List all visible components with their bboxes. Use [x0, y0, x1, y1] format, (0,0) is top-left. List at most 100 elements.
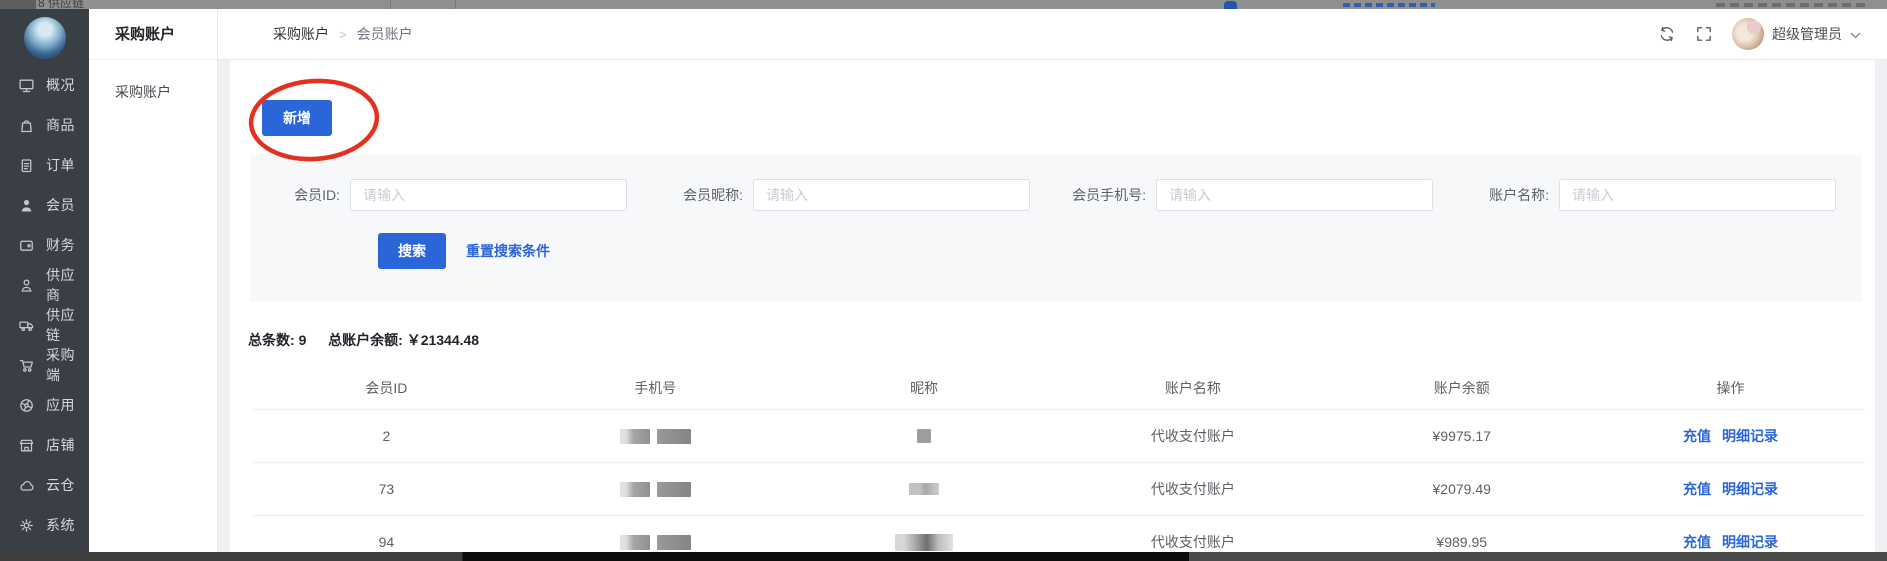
sidebar-item-orders[interactable]: 订单 [0, 145, 89, 185]
column-header-1: 手机号 [521, 378, 790, 398]
column-header-5: 操作 [1596, 378, 1865, 398]
fullscreen-icon[interactable] [1695, 25, 1713, 43]
account-name-cell: 代收支付账户 [1058, 479, 1327, 499]
window-edge-bar [0, 552, 1887, 561]
sidebar-item-label: 供应链 [46, 305, 89, 345]
sidebar-item-label: 财务 [46, 235, 75, 255]
actions-cell: 充值明细记录 [1596, 532, 1865, 552]
total-count-label: 总条数: [248, 332, 295, 348]
member-id-cell: 2 [252, 428, 521, 444]
sidebar-item-label: 采购端 [46, 345, 89, 385]
search-field-member-nickname: 会员昵称: [653, 179, 1056, 211]
account-name-input[interactable] [1559, 179, 1836, 211]
search-field-member-id: 会员ID: [250, 179, 653, 211]
sidebar-item-apps[interactable]: 应用 [0, 385, 89, 425]
detail-record-link[interactable]: 明细记录 [1722, 532, 1778, 552]
member-icon [18, 197, 35, 214]
sidebar-item-label: 概况 [46, 75, 75, 95]
search-field-label: 账户名称: [1459, 185, 1559, 205]
sidebar-item-label: 系统 [46, 515, 75, 535]
actions-cell: 充值明细记录 [1596, 479, 1865, 499]
actions-cell: 充值明细记录 [1596, 426, 1865, 446]
breadcrumb-separator: > [339, 27, 347, 42]
finance-wallet-icon [18, 237, 35, 254]
table-row: 94代收支付账户¥989.95充值明细记录 [252, 516, 1865, 552]
page-card: 新增 会员ID: 会员昵称:会员手机号: 账户名称: 搜索 重置搜索条件 总条数: … [230, 60, 1875, 552]
balance-cell: ¥989.95 [1327, 534, 1596, 550]
sidebar-item-supply-chain[interactable]: 供应链 [0, 305, 89, 345]
phone-redacted-cell [521, 535, 790, 550]
procurement-cart-icon [18, 357, 35, 374]
monitor-icon [18, 77, 35, 94]
goods-bag-icon [18, 117, 35, 134]
supply-chain-truck-icon [18, 317, 35, 334]
breadcrumb: 采购账户 > 会员账户 [273, 24, 413, 44]
recharge-link[interactable]: 充值 [1683, 426, 1711, 446]
app-logo-avatar[interactable] [24, 17, 66, 59]
main-sidebar: 概况商品订单会员财务供应商供应链采购端应用店铺云仓系统 [0, 9, 89, 552]
account-name-cell: 代收支付账户 [1058, 426, 1327, 446]
recharge-link[interactable]: 充值 [1683, 479, 1711, 499]
total-balance-value: ￥21344.48 [407, 332, 479, 348]
table-row: 2代收支付账户¥9975.17充值明细记录 [252, 410, 1865, 463]
total-balance-label: 总账户余额: [328, 332, 403, 348]
sidebar-item-finance[interactable]: 财务 [0, 225, 89, 265]
sidebar-item-goods[interactable]: 商品 [0, 105, 89, 145]
member-phone-input[interactable] [1156, 179, 1433, 211]
user-name: 超级管理员 [1772, 24, 1842, 44]
submenu-item-purchase-account[interactable]: 采购账户 [89, 82, 217, 102]
redacted-nickname-block [909, 483, 939, 495]
member-id-input[interactable] [350, 179, 627, 211]
reset-search-link[interactable]: 重置搜索条件 [466, 241, 550, 261]
accounts-table: 会员ID手机号昵称账户名称账户余额操作 2代收支付账户¥9975.17充值明细记… [252, 366, 1865, 552]
member-id-cell: 94 [252, 534, 521, 550]
sidebar-item-procurement[interactable]: 采购端 [0, 345, 89, 385]
column-header-0: 会员ID [252, 378, 521, 398]
search-button[interactable]: 搜索 [378, 233, 446, 269]
sidebar-item-suppliers[interactable]: 供应商 [0, 265, 89, 305]
redacted-nickname-block [895, 534, 953, 551]
redacted-nickname-block [917, 429, 931, 443]
sidebar-item-label: 供应商 [46, 265, 89, 305]
summary-line: 总条数: 9 总账户余额: ￥21344.48 [248, 330, 1875, 350]
sidebar-item-label: 应用 [46, 395, 75, 415]
column-header-4: 账户余额 [1327, 378, 1596, 398]
system-gear-icon [18, 517, 35, 534]
phone-redacted-cell [521, 482, 790, 497]
search-filter-panel: 会员ID: 会员昵称:会员手机号: 账户名称: 搜索 重置搜索条件 [250, 155, 1862, 302]
table-header-row: 会员ID手机号昵称账户名称账户余额操作 [252, 366, 1865, 410]
search-field-label: 会员ID: [250, 185, 350, 205]
detail-record-link[interactable]: 明细记录 [1722, 479, 1778, 499]
phone-redacted-cell [521, 429, 790, 444]
nickname-redacted-cell [790, 429, 1059, 443]
member-nickname-input[interactable] [753, 179, 1030, 211]
sidebar-item-overview[interactable]: 概况 [0, 65, 89, 105]
breadcrumb-item-member-account[interactable]: 会员账户 [357, 24, 413, 44]
sidebar-item-label: 店铺 [46, 435, 75, 455]
order-clipboard-icon [18, 157, 35, 174]
background-tree-item-fragment: 8 供应链 [38, 0, 84, 9]
background-window-sliver: 8 供应链 [0, 0, 1887, 9]
background-fragment [0, 0, 36, 9]
submenu-panel: 采购账户 采购账户 [89, 9, 218, 552]
refresh-icon[interactable] [1658, 25, 1676, 43]
app-window: 8 供应链 概况商品订单会员财务供应商供应链采购端应用店铺云仓系统 采购账户 采… [0, 0, 1887, 561]
add-button[interactable]: 新增 [262, 100, 332, 136]
redacted-phone-blocks [620, 482, 691, 497]
detail-record-link[interactable]: 明细记录 [1722, 426, 1778, 446]
search-field-label: 会员手机号: [1056, 185, 1156, 205]
sidebar-item-system[interactable]: 系统 [0, 505, 89, 545]
sidebar-item-label: 订单 [46, 155, 75, 175]
breadcrumb-item-purchase-account[interactable]: 采购账户 [273, 24, 329, 44]
recharge-link[interactable]: 充值 [1683, 532, 1711, 552]
nickname-redacted-cell [790, 534, 1059, 551]
sidebar-item-cloud-warehouse[interactable]: 云仓 [0, 465, 89, 505]
background-logo-fragment [1224, 1, 1237, 9]
sidebar-item-members[interactable]: 会员 [0, 185, 89, 225]
apps-wheel-icon [18, 397, 35, 414]
user-avatar[interactable] [1732, 18, 1764, 50]
user-menu[interactable]: 超级管理员 [1732, 18, 1861, 50]
search-field-account-name: 账户名称: [1459, 179, 1862, 211]
table-row: 73代收支付账户¥2079.49充值明细记录 [252, 463, 1865, 516]
sidebar-item-shops[interactable]: 店铺 [0, 425, 89, 465]
